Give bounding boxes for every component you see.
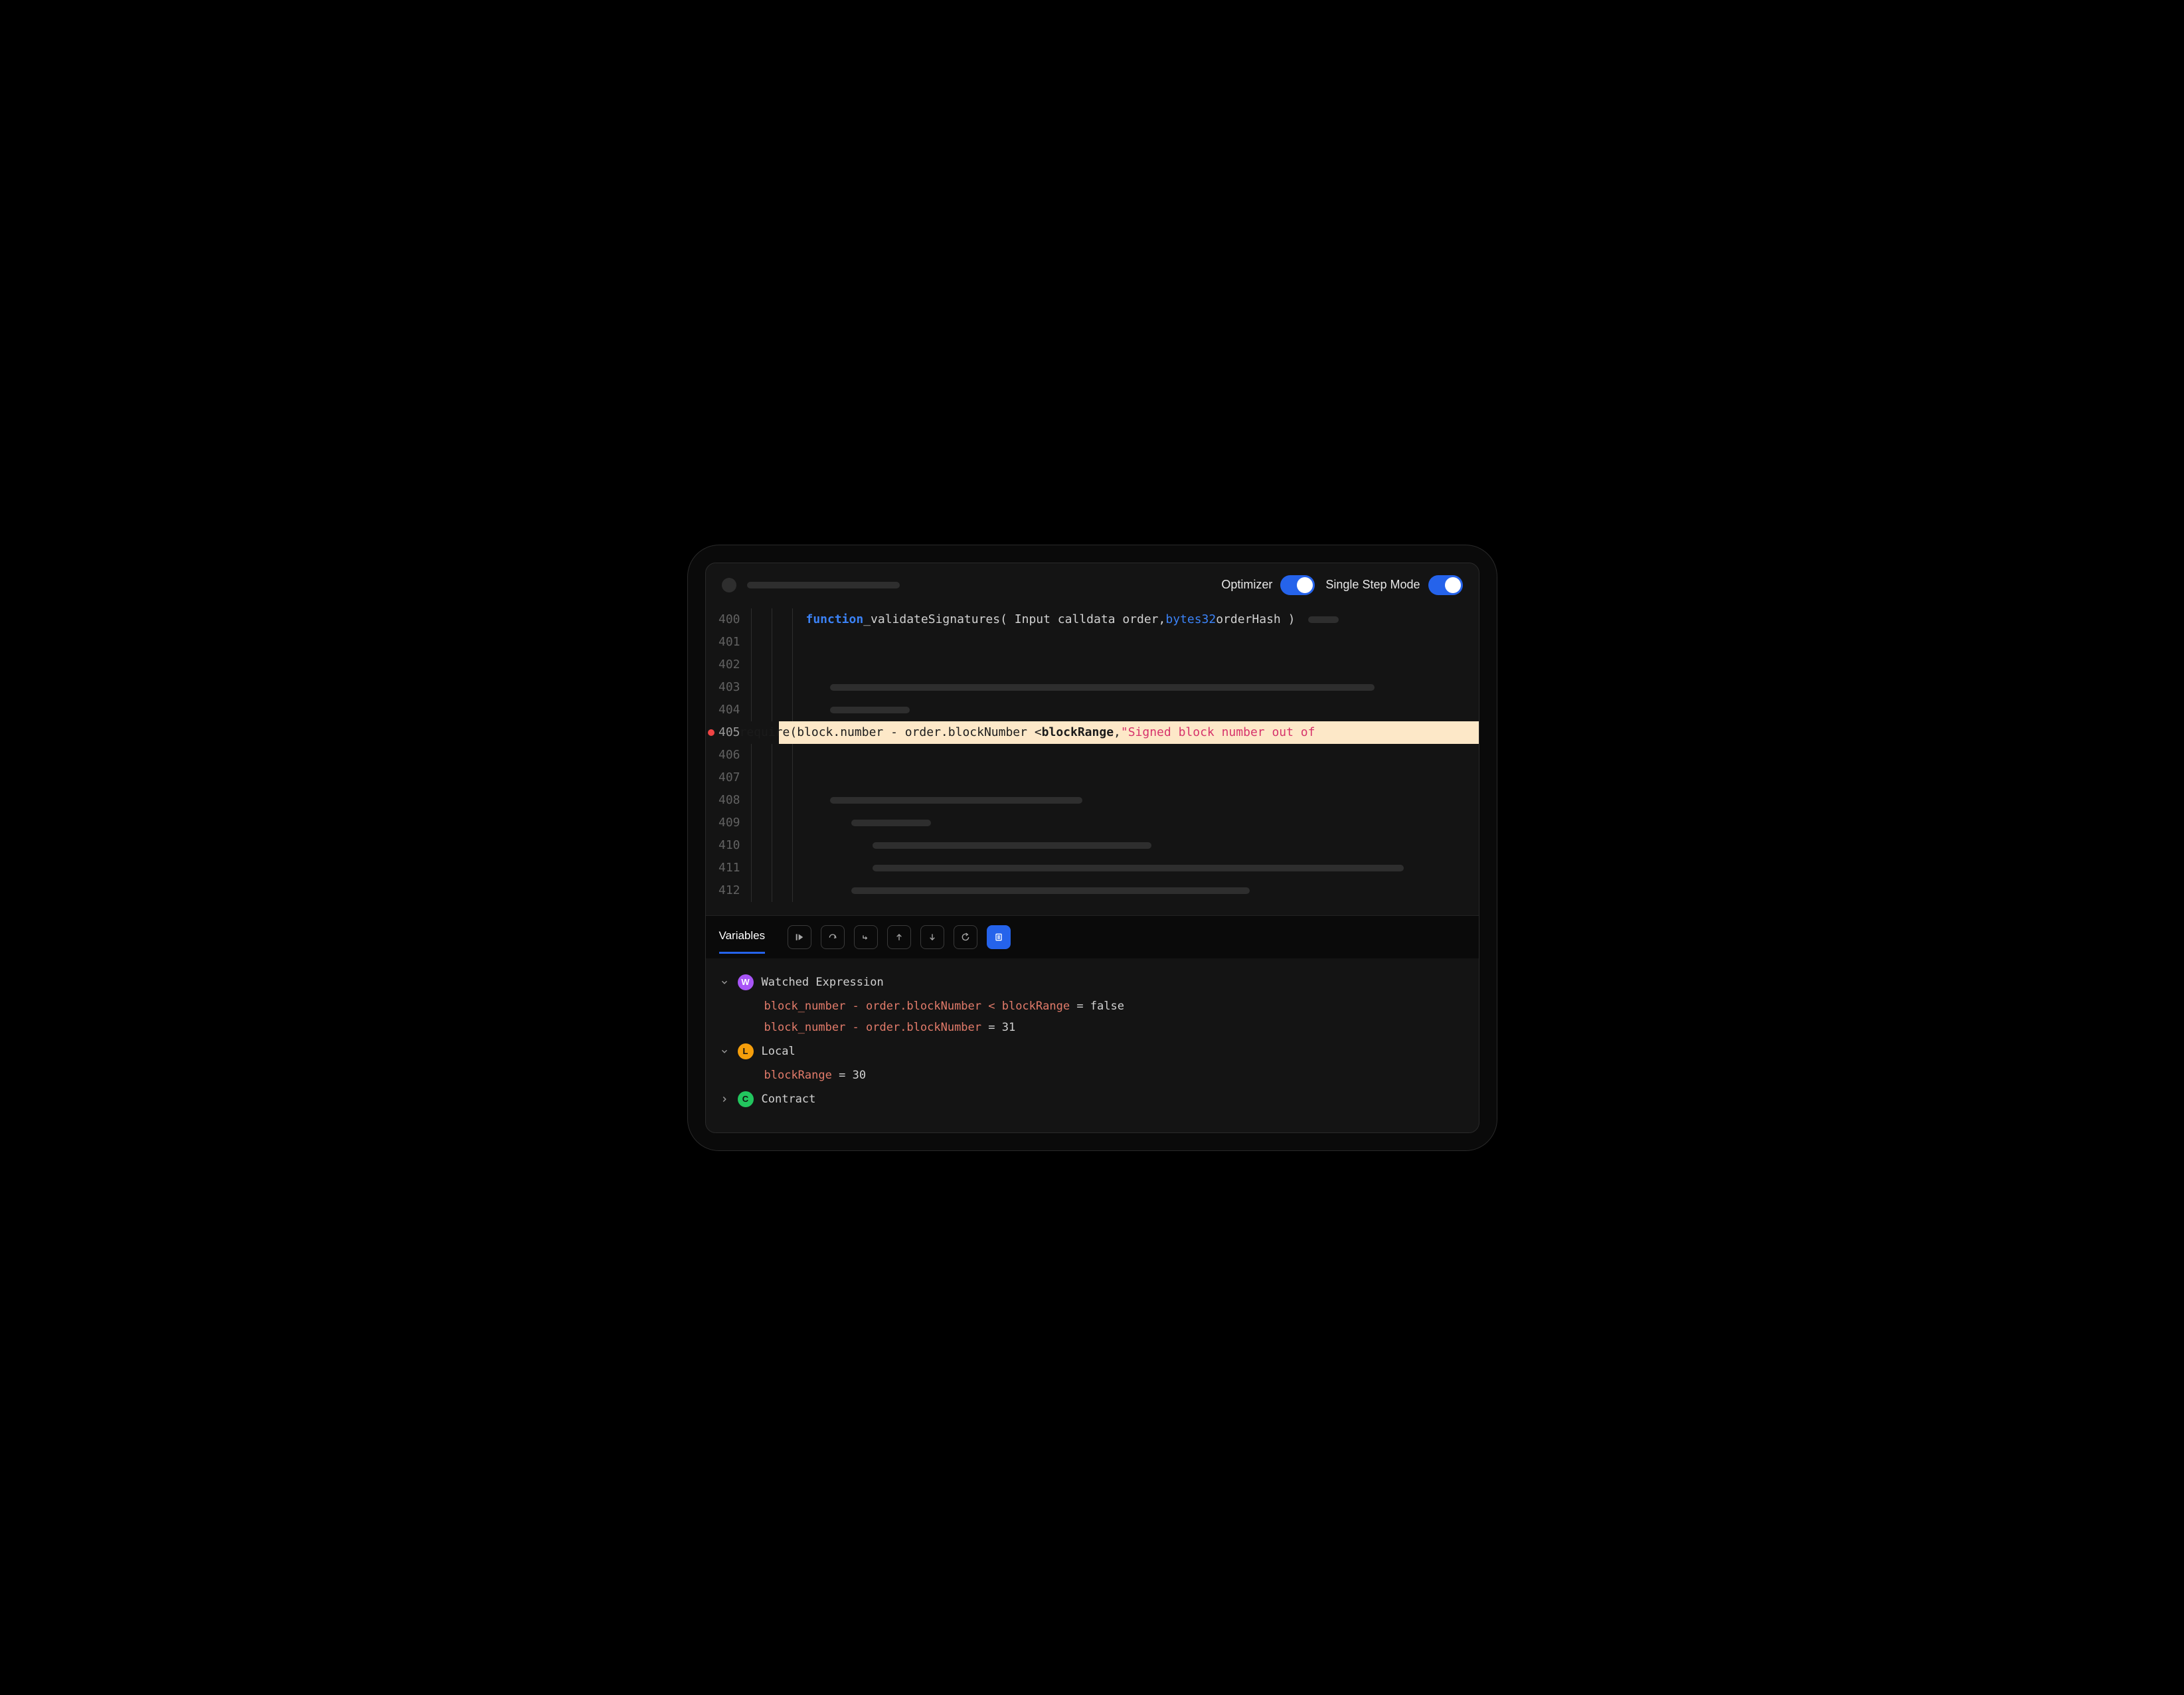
step-down-button[interactable] [920, 925, 944, 949]
titlebar: Optimizer Single Step Mode [706, 563, 1479, 602]
continue-button[interactable] [788, 925, 811, 949]
device-frame: Optimizer Single Step Mode 400 function … [687, 545, 1497, 1151]
code-line-active[interactable]: 405 require(block.number - order.blockNu… [706, 721, 1479, 744]
single-step-label: Single Step Mode [1325, 578, 1420, 592]
params-b: orderHash ) [1216, 612, 1295, 626]
code-line[interactable]: 404 [706, 699, 1479, 721]
code-line[interactable]: 402 [706, 654, 1479, 676]
line-number: 404 [706, 703, 743, 717]
scope-watched[interactable]: W Watched Expression [719, 969, 1466, 996]
code-skeleton [873, 865, 1404, 871]
code-skeleton [830, 684, 1375, 691]
hl-string: "Signed block number out of [1121, 725, 1315, 739]
expression: block_number - order.blockNumber [764, 1021, 982, 1034]
code-skeleton [851, 887, 1250, 894]
title-skeleton [747, 582, 900, 588]
restart-button[interactable] [954, 925, 977, 949]
code-skeleton [830, 707, 910, 713]
scope-local[interactable]: L Local [719, 1038, 1466, 1065]
variables-panel: W Watched Expression block_number - orde… [706, 958, 1479, 1132]
keyword-function: function [806, 612, 864, 626]
scope-label: Watched Expression [762, 976, 884, 989]
value: 30 [853, 1069, 866, 1082]
line-number: 411 [706, 861, 743, 875]
debugger-toolbar: Variables [706, 915, 1479, 958]
code-line[interactable]: 410 [706, 834, 1479, 857]
line-number: 410 [706, 838, 743, 852]
breakpoint-dot-icon[interactable] [708, 729, 714, 736]
scope-badge-contract: C [738, 1091, 754, 1107]
watched-item[interactable]: block_number - order.blockNumber = 31 [719, 1017, 1466, 1038]
line-number: 407 [706, 770, 743, 784]
code-skeleton [851, 820, 931, 826]
scope-label: Contract [762, 1093, 816, 1106]
line-number: 401 [706, 635, 743, 649]
code-line[interactable]: 401 [706, 631, 1479, 654]
line-number: 408 [706, 793, 743, 807]
stack-button[interactable] [987, 925, 1011, 949]
tab-variables[interactable]: Variables [719, 929, 766, 954]
hl-pre: require(block.number - order.blockNumber… [740, 725, 1042, 739]
code-line[interactable]: 403 [706, 676, 1479, 699]
single-step-toggle[interactable] [1428, 575, 1463, 595]
optimizer-label: Optimizer [1221, 578, 1272, 592]
scope-badge-watched: W [738, 974, 754, 990]
code-line[interactable]: 412 [706, 879, 1479, 902]
scope-contract[interactable]: C Contract [719, 1086, 1466, 1113]
step-out-button[interactable] [887, 925, 911, 949]
watched-item[interactable]: block_number - order.blockNumber < block… [719, 996, 1466, 1017]
code-skeleton [1308, 616, 1339, 623]
optimizer-toggle[interactable] [1280, 575, 1315, 595]
value: false [1090, 1000, 1124, 1013]
scope-badge-local: L [738, 1043, 754, 1059]
line-number: 403 [706, 680, 743, 694]
line-number: 406 [706, 748, 743, 762]
expression: block_number - order.blockNumber < block… [764, 1000, 1070, 1013]
code-line[interactable]: 406 [706, 744, 1479, 766]
line-number: 409 [706, 816, 743, 830]
line-number: 412 [706, 883, 743, 897]
step-into-button[interactable] [854, 925, 878, 949]
code-line[interactable]: 409 [706, 812, 1479, 834]
hl-bold: blockRange [1042, 725, 1114, 739]
type-bytes32: bytes32 [1165, 612, 1216, 626]
value: 31 [1002, 1021, 1015, 1034]
code-skeleton [830, 797, 1082, 804]
chevron-right-icon[interactable] [719, 1095, 730, 1104]
scope-label: Local [762, 1045, 796, 1058]
code-line[interactable]: 411 [706, 857, 1479, 879]
line-number: 400 [706, 612, 743, 626]
code-skeleton [873, 842, 1151, 849]
hl-mid: , [1114, 725, 1121, 739]
chevron-down-icon[interactable] [719, 978, 730, 987]
app-panel: Optimizer Single Step Mode 400 function … [705, 563, 1479, 1133]
step-over-button[interactable] [821, 925, 845, 949]
code-line[interactable]: 400 function _validateSignatures ( Input… [706, 608, 1479, 631]
chevron-down-icon[interactable] [719, 1047, 730, 1056]
single-step-toggle-group: Single Step Mode [1325, 575, 1462, 595]
expression: blockRange [764, 1069, 832, 1082]
optimizer-toggle-group: Optimizer [1221, 575, 1315, 595]
code-editor[interactable]: 400 function _validateSignatures ( Input… [706, 602, 1479, 915]
title-avatar-placeholder [722, 578, 736, 592]
function-name: _validateSignatures [863, 612, 1000, 626]
params-a: ( Input calldata order, [1000, 612, 1165, 626]
code-line[interactable]: 407 [706, 766, 1479, 789]
local-item[interactable]: blockRange = 30 [719, 1065, 1466, 1086]
line-number: 402 [706, 658, 743, 671]
code-line[interactable]: 408 [706, 789, 1479, 812]
